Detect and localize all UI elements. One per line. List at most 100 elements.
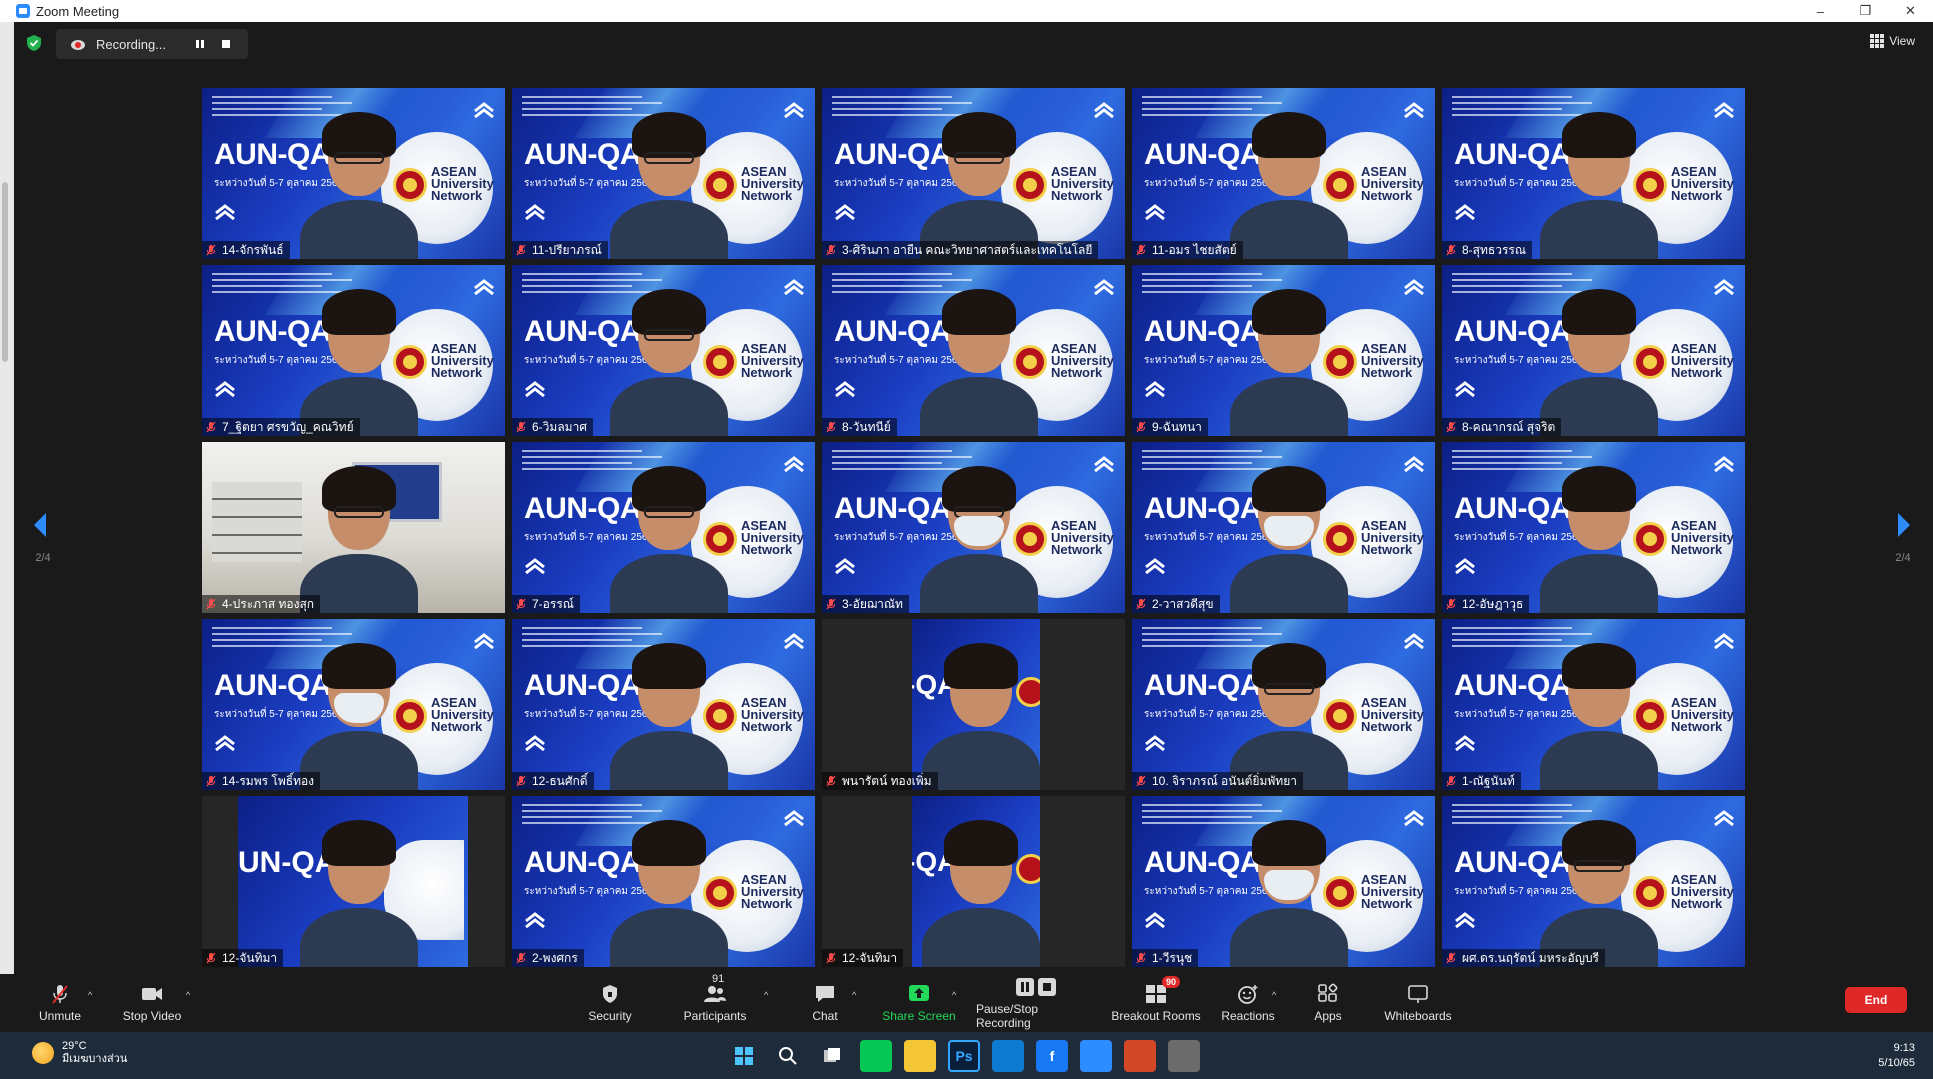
participant-name: 7-อรรณ์ [532,596,574,611]
participant-video-tile[interactable]: AUN-QAระหว่างวันที่ 5-7 ตุลาคม 2565ASEAN… [202,442,505,613]
previous-page-arrow-icon[interactable] [30,510,50,540]
app-icon[interactable] [1168,1040,1200,1072]
participant-video-tile[interactable]: AUN-QAระหว่างวันที่ 5-7 ตุลาคม 2565ASEAN… [1132,442,1435,613]
end-meeting-button[interactable]: End [1845,987,1907,1013]
person-body [1540,731,1658,790]
participant-video-tile[interactable]: AUN-QAระหว่างวันที่ 5-7 ตุลาคม 2565ASEAN… [822,265,1125,436]
close-button[interactable]: ✕ [1888,0,1933,22]
chevron-up-icon [1144,735,1166,752]
whiteboards-button[interactable]: Whiteboards [1380,974,1456,1032]
participant-video-tile[interactable]: AUN-QAระหว่างวันที่ 5-7 ตุลาคม 2565ASEAN… [512,619,815,790]
line-icon[interactable] [860,1040,892,1072]
person-body [1540,554,1658,613]
breakout-rooms-button[interactable]: 90 Breakout Rooms [1110,974,1202,1032]
pause-recording-button[interactable] [192,36,208,52]
pause-stop-recording-button[interactable]: Pause/Stop Recording [976,974,1096,1032]
participant-video-tile[interactable]: AUN-QAระหว่างวันที่ 5-7 ตุลาคม 2565ASEAN… [512,88,815,259]
share-screen-label: Share Screen [882,1009,956,1023]
search-icon[interactable] [772,1040,804,1072]
participant-video-tile[interactable]: -QAAUN-QAระหว่างวันที่ 5-7 ตุลาคม 2565AS… [822,619,1125,790]
participant-name: 8-วันทนีย์ [842,419,891,434]
glasses [1574,860,1624,872]
task-view-icon[interactable] [816,1040,848,1072]
participant-video-tile[interactable]: AUN-QAระหว่างวันที่ 5-7 ตุลาคม 2565ASEAN… [1442,619,1745,790]
participant-video-tile[interactable]: AUN-QAระหว่างวันที่ 5-7 ตุลาคม 2565ASEAN… [1132,796,1435,967]
participant-video-tile[interactable]: UN-QAAUN-QAระหว่างวันที่ 5-7 ตุลาคม 2565… [202,796,505,967]
asean-text: ASEAN University Network [1361,165,1424,202]
chevron-up-icon [1403,456,1425,473]
participant-video-tile[interactable]: AUN-QAระหว่างวันที่ 5-7 ตุลาคม 2565ASEAN… [202,619,505,790]
asean-text: ASEAN University Network [1671,342,1734,380]
zoom-icon[interactable] [1080,1040,1112,1072]
system-clock[interactable]: 9:13 5/10/65 [1878,1041,1915,1071]
participant-name: 2-พงศกร [532,950,578,965]
person-body [610,554,728,613]
asean-line3: Network [431,188,483,203]
participant-name: 12-จันทิมา [842,950,898,965]
participant-video-tile[interactable]: AUN-QAระหว่างวันที่ 5-7 ตุลาคม 2565ASEAN… [512,796,815,967]
video-gallery: AUN-QA ระหว่างวันที่ 5-7 ตุลาคม 2565 ASEAN… [202,88,1746,967]
reactions-label: Reactions [1221,1009,1275,1023]
participant-name: 4-ประภาส ทองสุก [222,596,315,611]
participant-video-tile[interactable]: AUN-QAระหว่างวันที่ 5-7 ตุลาคม 2565ASEAN… [1132,88,1435,259]
reactions-caret-icon[interactable]: ^ [1272,990,1276,1000]
powerpoint-icon[interactable] [1124,1040,1156,1072]
audio-options-caret-icon[interactable]: ^ [88,990,92,1000]
participants-caret-icon[interactable]: ^ [764,990,768,1000]
photoshop-icon[interactable]: Ps [948,1040,980,1072]
participant-video-tile[interactable]: AUN-QAระหว่างวันที่ 5-7 ตุลาคม 2565ASEAN… [1442,796,1745,967]
reactions-button[interactable]: Reactions [1218,974,1278,1032]
facebook-icon[interactable]: f [1036,1040,1068,1072]
person-hair [1562,643,1636,689]
stop-video-button[interactable]: Stop Video [118,974,186,1032]
participant-video-tile[interactable]: AUN-QAระหว่างวันที่ 5-7 ตุลาคม 2565ASEAN… [1132,619,1435,790]
asean-text: ASEAN University Network [741,519,804,556]
share-caret-icon[interactable]: ^ [952,990,956,1000]
view-button[interactable]: View [1870,34,1915,48]
stop-recording-button[interactable] [218,36,234,52]
share-screen-button[interactable]: Share Screen [878,974,960,1032]
apps-button[interactable]: Apps [1308,974,1348,1032]
person-body [610,731,728,790]
window-title: Zoom Meeting [36,3,120,19]
security-button[interactable]: Security [584,974,636,1032]
recording-label: Recording... [96,36,167,52]
edge-icon[interactable] [992,1040,1024,1072]
asean-line3: Network [1671,365,1723,380]
chat-caret-icon[interactable]: ^ [852,990,856,1000]
person-body [922,731,1040,790]
whiteboard-icon [1408,985,1428,1003]
person-hair [1252,820,1326,866]
left-scrollbar[interactable] [2,182,8,362]
person-body [610,908,728,967]
participant-video-tile[interactable]: AUN-QAระหว่างวันที่ 5-7 ตุลาคม 2565ASEAN… [512,265,815,436]
chat-button[interactable]: Chat [804,974,846,1032]
next-page-arrow-icon[interactable] [1894,510,1914,540]
participant-video-tile[interactable]: AUN-QAระหว่างวันที่ 5-7 ตุลาคม 2565ASEAN… [512,442,815,613]
unmute-button[interactable]: Unmute [36,974,84,1032]
participant-video-tile[interactable]: AUN-QAระหว่างวันที่ 5-7 ตุลาคม 2565ASEAN… [822,88,1125,259]
participants-button[interactable]: 91 Participants [680,973,750,1032]
participant-name-bar: 12-จันทิมา [202,949,284,967]
participant-video-tile[interactable]: AUN-QAระหว่างวันที่ 5-7 ตุลาคม 2565ASEAN… [1442,442,1745,613]
restore-button[interactable]: ❐ [1843,0,1888,22]
share-screen-arrow-icon [909,985,929,1001]
person-body [1230,377,1348,436]
weather-widget[interactable]: 29°C มีเมฆบางส่วน [32,1040,127,1066]
video-options-caret-icon[interactable]: ^ [186,990,190,1000]
minimize-button[interactable]: – [1798,0,1843,22]
participant-video-tile[interactable]: -QAAUN-QAระหว่างวันที่ 5-7 ตุลาคม 2565AS… [822,796,1125,967]
asean-line3: Network [1361,896,1413,911]
participant-video-tile[interactable]: AUN-QAระหว่างวันที่ 5-7 ตุลาคม 2565ASEAN… [1442,265,1745,436]
participant-video-tile[interactable]: AUN-QAระหว่างวันที่ 5-7 ตุลาคม 2565ASEAN… [1442,88,1745,259]
encryption-shield-icon[interactable] [26,34,42,52]
participant-video-tile[interactable]: AUN-QAระหว่างวันที่ 5-7 ตุลาคม 2565ASEAN… [1132,265,1435,436]
participant-person [1540,289,1658,436]
file-explorer-icon[interactable] [904,1040,936,1072]
participant-video-tile[interactable]: AUN-QAระหว่างวันที่ 5-7 ตุลาคม 2565ASEAN… [202,265,505,436]
participant-video-tile[interactable]: AUN-QAระหว่างวันที่ 5-7 ตุลาคม 2565ASEAN… [202,88,505,259]
windows-icon[interactable] [728,1040,760,1072]
participant-video-tile[interactable]: AUN-QAระหว่างวันที่ 5-7 ตุลาคม 2565ASEAN… [822,442,1125,613]
glasses [334,152,384,164]
microphone-muted-icon [516,775,526,787]
